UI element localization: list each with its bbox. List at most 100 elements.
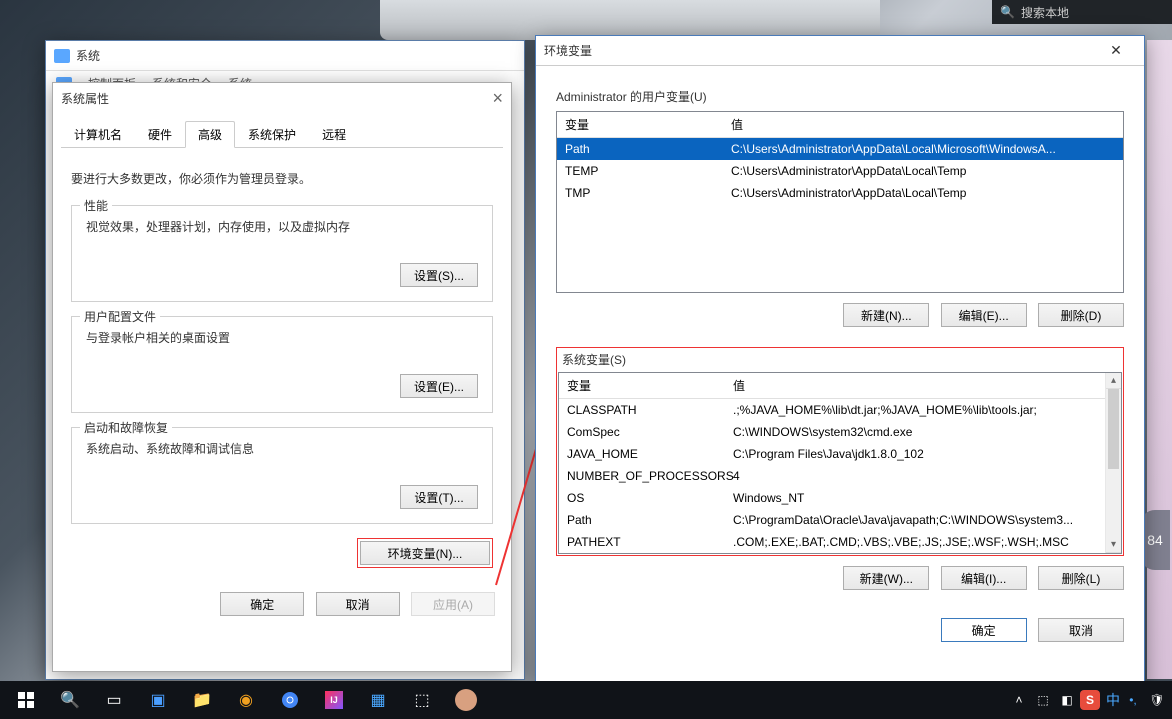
- table-row[interactable]: PATHEXT.COM;.EXE;.BAT;.CMD;.VBS;.VBE;.JS…: [559, 531, 1105, 553]
- scroll-track[interactable]: [1106, 389, 1121, 537]
- system-new-button[interactable]: 新建(W)...: [843, 566, 929, 590]
- var-value: C:\Users\Administrator\AppData\Local\Tem…: [723, 182, 1123, 204]
- table-row[interactable]: NUMBER_OF_PROCESSORS4: [559, 465, 1105, 487]
- cancel-button[interactable]: 取消: [1038, 618, 1124, 642]
- table-row[interactable]: ComSpecC:\WINDOWS\system32\cmd.exe: [559, 421, 1105, 443]
- admin-note: 要进行大多数更改，你必须作为管理员登录。: [71, 170, 493, 187]
- computer-icon: [54, 49, 70, 63]
- background-decor: [380, 0, 880, 40]
- var-value: C:\WINDOWS\system32\cmd.exe: [725, 421, 1105, 443]
- scroll-thumb[interactable]: [1108, 389, 1119, 469]
- col-variable[interactable]: 变量: [559, 373, 725, 398]
- scroll-down-icon[interactable]: ▾: [1106, 537, 1121, 553]
- taskbar-app[interactable]: ◉: [224, 681, 268, 719]
- table-row[interactable]: Path C:\Users\Administrator\AppData\Loca…: [557, 138, 1123, 160]
- tray-dot-icon[interactable]: •,: [1122, 681, 1144, 719]
- var-name: PATHEXT: [559, 531, 725, 553]
- tray-app-icon[interactable]: ⬚: [1032, 681, 1054, 719]
- var-name: OS: [559, 487, 725, 509]
- shield-icon[interactable]: 🛡: [1146, 681, 1168, 719]
- performance-desc: 视觉效果，处理器计划，内存使用，以及虚拟内存: [86, 218, 478, 235]
- var-name: TEMP: [557, 160, 723, 182]
- system-vars-highlight: 系统变量(S) 变量 值 CLASSPATH.;%JAVA_HOME%\lib\…: [556, 347, 1124, 556]
- system-tray[interactable]: ˄ ⬚ ◧ S 中 •, 🛡: [1008, 681, 1168, 719]
- var-value: 4: [725, 465, 1105, 487]
- user-vars-header: 变量 值: [557, 112, 1123, 138]
- scroll-up-icon[interactable]: ▴: [1106, 373, 1121, 389]
- sysprops-titlebar[interactable]: 系统属性 ×: [53, 83, 511, 113]
- sogou-ime-icon[interactable]: S: [1080, 690, 1100, 710]
- ok-button[interactable]: 确定: [941, 618, 1027, 642]
- env-body: Administrator 的用户变量(U) 变量 值 Path C:\User…: [536, 66, 1144, 660]
- tray-app-icon[interactable]: ◧: [1056, 681, 1078, 719]
- sysprops-bottom-buttons: 确定 取消 应用(A): [53, 582, 511, 626]
- taskbar[interactable]: 🔍 ▭ ▣ 📁 ◉ IJ ▦ ⬚ ˄ ⬚ ◧ S 中 •, 🛡: [0, 681, 1172, 719]
- table-row[interactable]: TEMP C:\Users\Administrator\AppData\Loca…: [557, 160, 1123, 182]
- user-vars-buttons: 新建(N)... 编辑(E)... 删除(D): [556, 303, 1124, 327]
- system-delete-button[interactable]: 删除(L): [1038, 566, 1124, 590]
- desktop-search-hint: 🔍 搜索本地: [992, 0, 1172, 24]
- table-row[interactable]: CLASSPATH.;%JAVA_HOME%\lib\dt.jar;%JAVA_…: [559, 399, 1105, 421]
- tab-system-protection[interactable]: 系统保护: [235, 121, 309, 147]
- col-value[interactable]: 值: [725, 373, 1105, 398]
- var-value: C:\ProgramData\Oracle\Java\javapath;C:\W…: [725, 509, 1105, 531]
- taskbar-app[interactable]: ⬚: [400, 681, 444, 719]
- table-row[interactable]: PathC:\ProgramData\Oracle\Java\javapath;…: [559, 509, 1105, 531]
- search-placeholder: 搜索本地: [1021, 4, 1069, 21]
- system-window-titlebar[interactable]: 系统: [46, 41, 524, 71]
- ime-indicator[interactable]: 中: [1106, 690, 1120, 710]
- performance-group: 性能 视觉效果，处理器计划，内存使用，以及虚拟内存 设置(S)...: [71, 205, 493, 302]
- taskbar-app[interactable]: [444, 681, 488, 719]
- start-button[interactable]: [4, 681, 48, 719]
- user-profile-settings-button[interactable]: 设置(E)...: [400, 374, 478, 398]
- tab-advanced[interactable]: 高级: [185, 121, 235, 148]
- apply-button: 应用(A): [411, 592, 495, 616]
- startup-recovery-desc: 系统启动、系统故障和调试信息: [86, 440, 478, 457]
- startup-recovery-settings-button[interactable]: 设置(T)...: [400, 485, 478, 509]
- file-explorer-icon[interactable]: 📁: [180, 681, 224, 719]
- env-title: 环境变量: [544, 42, 1096, 59]
- env-titlebar[interactable]: 环境变量 ✕: [536, 36, 1144, 66]
- table-row[interactable]: JAVA_HOMEC:\Program Files\Java\jdk1.8.0_…: [559, 443, 1105, 465]
- system-vars-label: 系统变量(S): [562, 351, 1118, 368]
- environment-variables-dialog: 环境变量 ✕ Administrator 的用户变量(U) 变量 值 Path …: [535, 35, 1145, 690]
- col-variable[interactable]: 变量: [557, 112, 723, 137]
- close-icon[interactable]: ✕: [1096, 37, 1136, 65]
- user-new-button[interactable]: 新建(N)...: [843, 303, 929, 327]
- system-vars-header: 变量 值: [559, 373, 1105, 399]
- task-view-icon[interactable]: ▭: [92, 681, 136, 719]
- user-vars-listbox[interactable]: 变量 值 Path C:\Users\Administrator\AppData…: [556, 111, 1124, 293]
- search-icon[interactable]: 🔍: [48, 681, 92, 719]
- startup-recovery-group: 启动和故障恢复 系统启动、系统故障和调试信息 设置(T)...: [71, 427, 493, 524]
- system-edit-button[interactable]: 编辑(I)...: [941, 566, 1027, 590]
- taskbar-app[interactable]: ▣: [136, 681, 180, 719]
- var-name: TMP: [557, 182, 723, 204]
- user-profile-desc: 与登录帐户相关的桌面设置: [86, 329, 478, 346]
- table-row[interactable]: TMP C:\Users\Administrator\AppData\Local…: [557, 182, 1123, 204]
- user-delete-button[interactable]: 删除(D): [1038, 303, 1124, 327]
- startup-recovery-legend: 启动和故障恢复: [80, 419, 172, 436]
- tab-hardware[interactable]: 硬件: [135, 121, 185, 147]
- var-value: C:\Program Files\Java\jdk1.8.0_102: [725, 443, 1105, 465]
- performance-settings-button[interactable]: 设置(S)...: [400, 263, 478, 287]
- close-icon[interactable]: ×: [473, 88, 503, 109]
- search-icon: 🔍: [1000, 5, 1015, 19]
- table-row[interactable]: OSWindows_NT: [559, 487, 1105, 509]
- tray-chevron-up-icon[interactable]: ˄: [1008, 681, 1030, 719]
- user-edit-button[interactable]: 编辑(E)...: [941, 303, 1027, 327]
- background-decor-right: [1147, 40, 1172, 679]
- chrome-icon[interactable]: [268, 681, 312, 719]
- var-name: Path: [557, 138, 723, 160]
- ok-button[interactable]: 确定: [220, 592, 304, 616]
- cancel-button[interactable]: 取消: [316, 592, 400, 616]
- scrollbar[interactable]: ▴ ▾: [1105, 373, 1121, 553]
- system-vars-listbox[interactable]: 变量 值 CLASSPATH.;%JAVA_HOME%\lib\dt.jar;%…: [558, 372, 1122, 554]
- tab-computer-name[interactable]: 计算机名: [61, 121, 135, 147]
- var-name: JAVA_HOME: [559, 443, 725, 465]
- environment-variables-button[interactable]: 环境变量(N)...: [360, 541, 490, 565]
- col-value[interactable]: 值: [723, 112, 1123, 137]
- intellij-icon[interactable]: IJ: [312, 681, 356, 719]
- var-name: NUMBER_OF_PROCESSORS: [559, 465, 725, 487]
- taskbar-app[interactable]: ▦: [356, 681, 400, 719]
- tab-remote[interactable]: 远程: [309, 121, 359, 147]
